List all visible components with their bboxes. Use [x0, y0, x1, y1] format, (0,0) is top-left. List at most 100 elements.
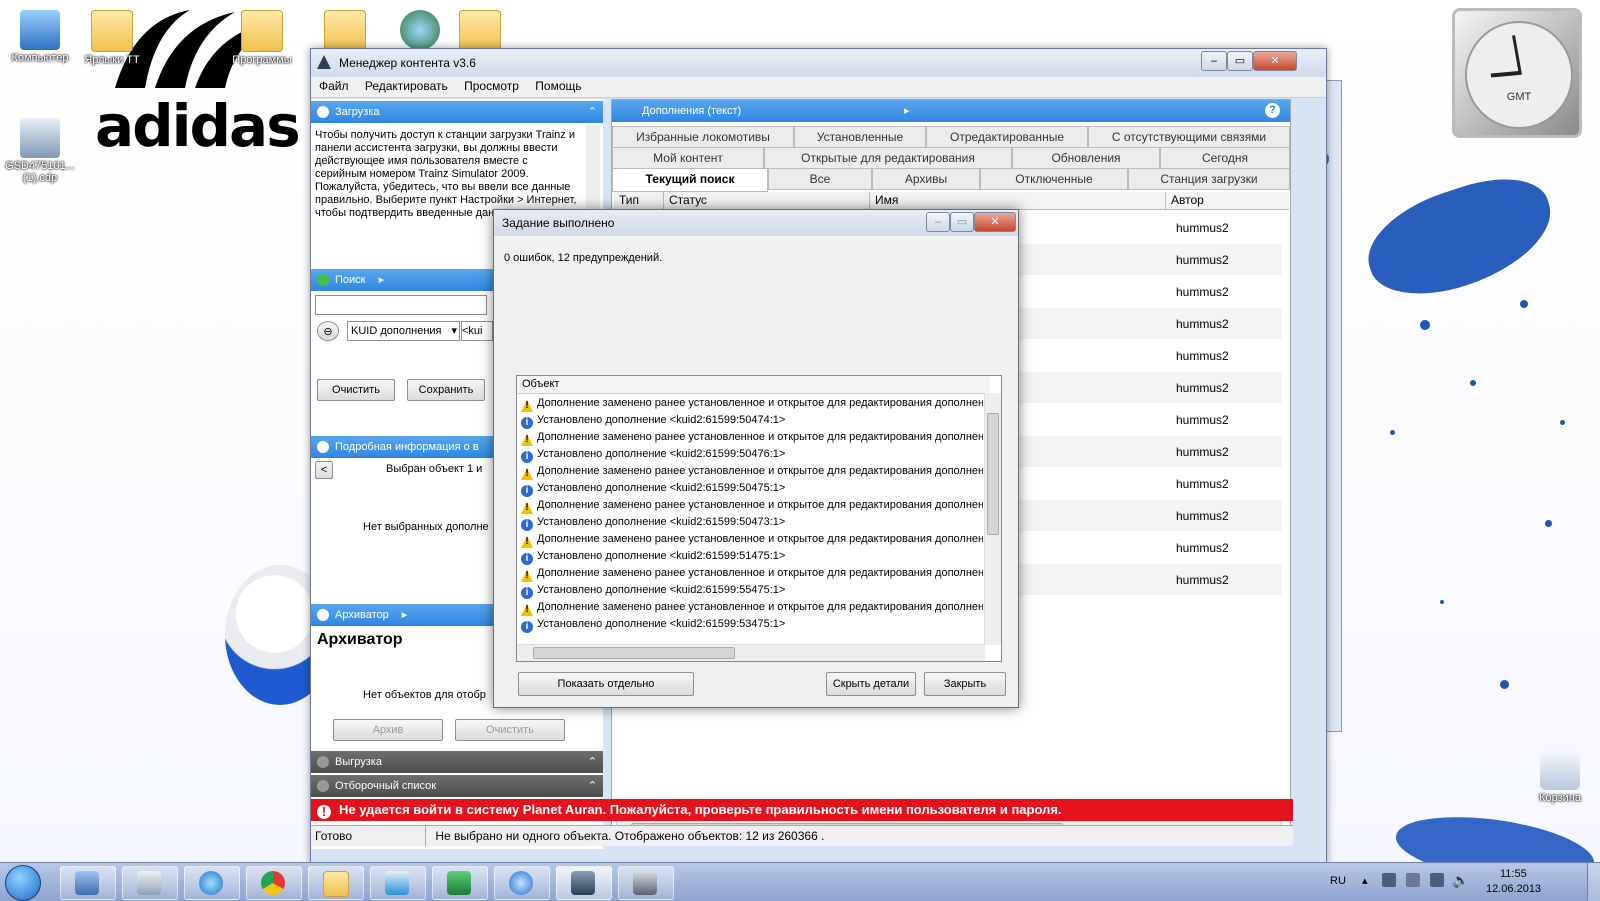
list-item[interactable]: ! Дополнение заменено ранее установленное… — [521, 565, 983, 582]
network-icon[interactable] — [1382, 873, 1396, 887]
chevron-up-icon[interactable]: ⌃ — [588, 751, 597, 773]
tab-today[interactable]: Сегодня — [1160, 147, 1290, 169]
list-item[interactable]: i Установлено дополнение <kuid2:61599:504… — [521, 514, 983, 531]
list-item[interactable]: ! Дополнение заменено ранее установленное… — [521, 395, 983, 412]
desktop-icon-computer[interactable]: Компьютер — [0, 10, 80, 64]
taskbar-app-trainz[interactable] — [556, 866, 612, 900]
list-item[interactable]: i Установлено дополнение <kuid2:61599:504… — [521, 446, 983, 463]
tray-date[interactable]: 12.06.2013 — [1486, 883, 1541, 895]
show-separately-button[interactable]: Показать отдельно — [518, 672, 694, 696]
scrollbar-thumb[interactable] — [987, 413, 999, 535]
tab-current-search[interactable]: Текущий поиск — [612, 168, 768, 192]
tab-download-station[interactable]: Станция загрузки — [1128, 168, 1290, 190]
expand-icon — [317, 274, 329, 286]
dialog-close-button[interactable]: ✕ — [974, 212, 1016, 232]
dialog-minimize-button[interactable]: – — [926, 212, 950, 232]
upload-section-header[interactable]: Выгрузка ⌃ — [311, 751, 603, 773]
prev-button[interactable]: < — [315, 461, 333, 479]
clear-button[interactable]: Очистить — [317, 379, 395, 401]
tab-disabled[interactable]: Отключенные — [980, 168, 1128, 190]
search-field-select[interactable]: KUID дополнения ▾ — [347, 321, 460, 341]
maximize-button[interactable]: ▭ — [1227, 51, 1253, 71]
archiver-clear-button[interactable]: Очистить — [455, 719, 565, 741]
list-item[interactable]: i Установлено дополнение <kuid2:61599:554… — [521, 582, 983, 599]
clock-gadget[interactable]: GMT — [1452, 8, 1582, 138]
menu-edit[interactable]: Редактировать — [360, 77, 453, 95]
arrow-right-icon[interactable]: ▸ — [904, 100, 910, 122]
list-item[interactable]: i Установлено дополнение <kuid2:61599:534… — [521, 616, 983, 633]
taskbar-app-explorer[interactable] — [308, 866, 364, 900]
tab-favorite-locomotives[interactable]: Избранные локомотивы — [612, 126, 794, 148]
result-list[interactable]: Объект ! Дополнение заменено ранее устано… — [516, 375, 1002, 662]
device-icon[interactable] — [1406, 873, 1420, 887]
list-item[interactable]: ! Дополнение заменено ранее установленное… — [521, 497, 983, 514]
list-horizontal-scrollbar[interactable] — [517, 644, 985, 661]
desktop-icon-shortcuts[interactable]: Ярлыки ТТ — [72, 10, 152, 66]
menu-file[interactable]: Файл — [314, 77, 354, 95]
display-icon[interactable] — [1430, 873, 1444, 887]
list-item[interactable]: i Установлено дополнение <kuid2:61599:504… — [521, 480, 983, 497]
save-button[interactable]: Сохранить — [407, 379, 485, 401]
chevron-up-icon[interactable]: ⌃ — [588, 775, 597, 797]
column-status[interactable]: Статус — [664, 192, 870, 210]
taskbar-app-camera[interactable] — [618, 866, 674, 900]
taskbar-app-calculator[interactable] — [122, 866, 178, 900]
tab-my-content[interactable]: Мой контент — [612, 147, 764, 169]
search-input[interactable] — [315, 295, 487, 315]
tab-open-for-edit[interactable]: Открытые для редактирования — [764, 147, 1012, 169]
shortlist-section-header[interactable]: Отборочный список ⌃ — [311, 775, 603, 797]
download-section-header[interactable]: Загрузка ⌃ — [311, 101, 603, 123]
column-type[interactable]: Тип — [614, 192, 664, 210]
list-item[interactable]: ! Дополнение заменено ранее установленное… — [521, 463, 983, 480]
content-pane-header[interactable]: Дополнения (текст) ▸ ? — [612, 100, 1290, 122]
tray-expand-icon[interactable]: ▴ — [1362, 874, 1368, 887]
scrollbar-thumb[interactable] — [533, 647, 735, 659]
search-value-input[interactable]: <kui — [461, 321, 493, 341]
list-item[interactable]: ! Дополнение заменено ранее установленное… — [521, 429, 983, 446]
help-icon[interactable]: ? — [1265, 103, 1280, 118]
taskbar-app-chrome[interactable] — [246, 866, 302, 900]
window-titlebar[interactable]: Менеджер контента v3.6 – ▭ ✕ — [311, 49, 1326, 77]
tab-edited[interactable]: Отредактированные — [926, 126, 1088, 148]
tab-archives[interactable]: Архивы — [872, 168, 980, 190]
list-item[interactable]: ! Дополнение заменено ранее установленное… — [521, 531, 983, 548]
desktop-icon-cdp-file[interactable]: GSD475101... (1).cdp — [0, 118, 80, 184]
taskbar-app-remote[interactable] — [60, 866, 116, 900]
dialog-titlebar[interactable]: Задание выполнено – ▭ ✕ — [494, 210, 1018, 236]
tab-updates[interactable]: Обновления — [1012, 147, 1160, 169]
taskbar-app-excel[interactable] — [432, 866, 488, 900]
tab-all[interactable]: Все — [768, 168, 872, 190]
list-item[interactable]: i Установлено дополнение <kuid2:61599:504… — [521, 412, 983, 429]
column-object[interactable]: Объект — [517, 376, 990, 394]
archive-button[interactable]: Архив — [333, 719, 443, 741]
close-button[interactable]: ✕ — [1253, 51, 1297, 71]
show-desktop-button[interactable] — [1587, 863, 1600, 901]
chevron-up-icon[interactable]: ⌃ — [588, 101, 597, 123]
menu-view[interactable]: Просмотр — [459, 77, 524, 95]
hide-details-button[interactable]: Скрыть детали — [826, 672, 916, 696]
tab-missing-deps[interactable]: С отсутствующими связями — [1088, 126, 1290, 148]
tab-installed[interactable]: Установленные — [794, 126, 926, 148]
column-name[interactable]: Имя — [870, 192, 1166, 210]
start-button[interactable] — [5, 865, 41, 901]
close-dialog-button[interactable]: Закрыть — [924, 672, 1006, 696]
desktop-icon-programs[interactable]: Программы — [222, 10, 302, 66]
arrow-right-icon[interactable]: ▸ — [402, 609, 408, 621]
list-item[interactable]: i Установлено дополнение <kuid2:61599:514… — [521, 548, 983, 565]
taskbar-app-isgroup[interactable] — [370, 866, 426, 900]
volume-icon[interactable]: 🔈 — [1452, 872, 1469, 889]
remove-filter-button[interactable]: ⊖ — [317, 321, 339, 341]
taskbar-app-ie[interactable] — [184, 866, 240, 900]
column-author[interactable]: Автор — [1166, 192, 1289, 210]
dialog-maximize-button[interactable]: ▭ — [950, 212, 974, 232]
language-indicator[interactable]: RU — [1330, 875, 1346, 887]
taskbar-app-globe[interactable] — [494, 866, 550, 900]
task-complete-dialog[interactable]: Задание выполнено – ▭ ✕ 0 ошибок, 12 пре… — [493, 209, 1019, 708]
tray-time[interactable]: 11:55 — [1500, 868, 1527, 880]
list-vertical-scrollbar[interactable] — [984, 393, 1001, 645]
menu-help[interactable]: Помощь — [530, 77, 586, 95]
desktop-icon-recycle-bin[interactable]: Корзина — [1520, 750, 1600, 804]
list-item[interactable]: ! Дополнение заменено ранее установленное… — [521, 599, 983, 616]
arrow-right-icon[interactable]: ▸ — [379, 274, 385, 286]
minimize-button[interactable]: – — [1201, 51, 1227, 71]
